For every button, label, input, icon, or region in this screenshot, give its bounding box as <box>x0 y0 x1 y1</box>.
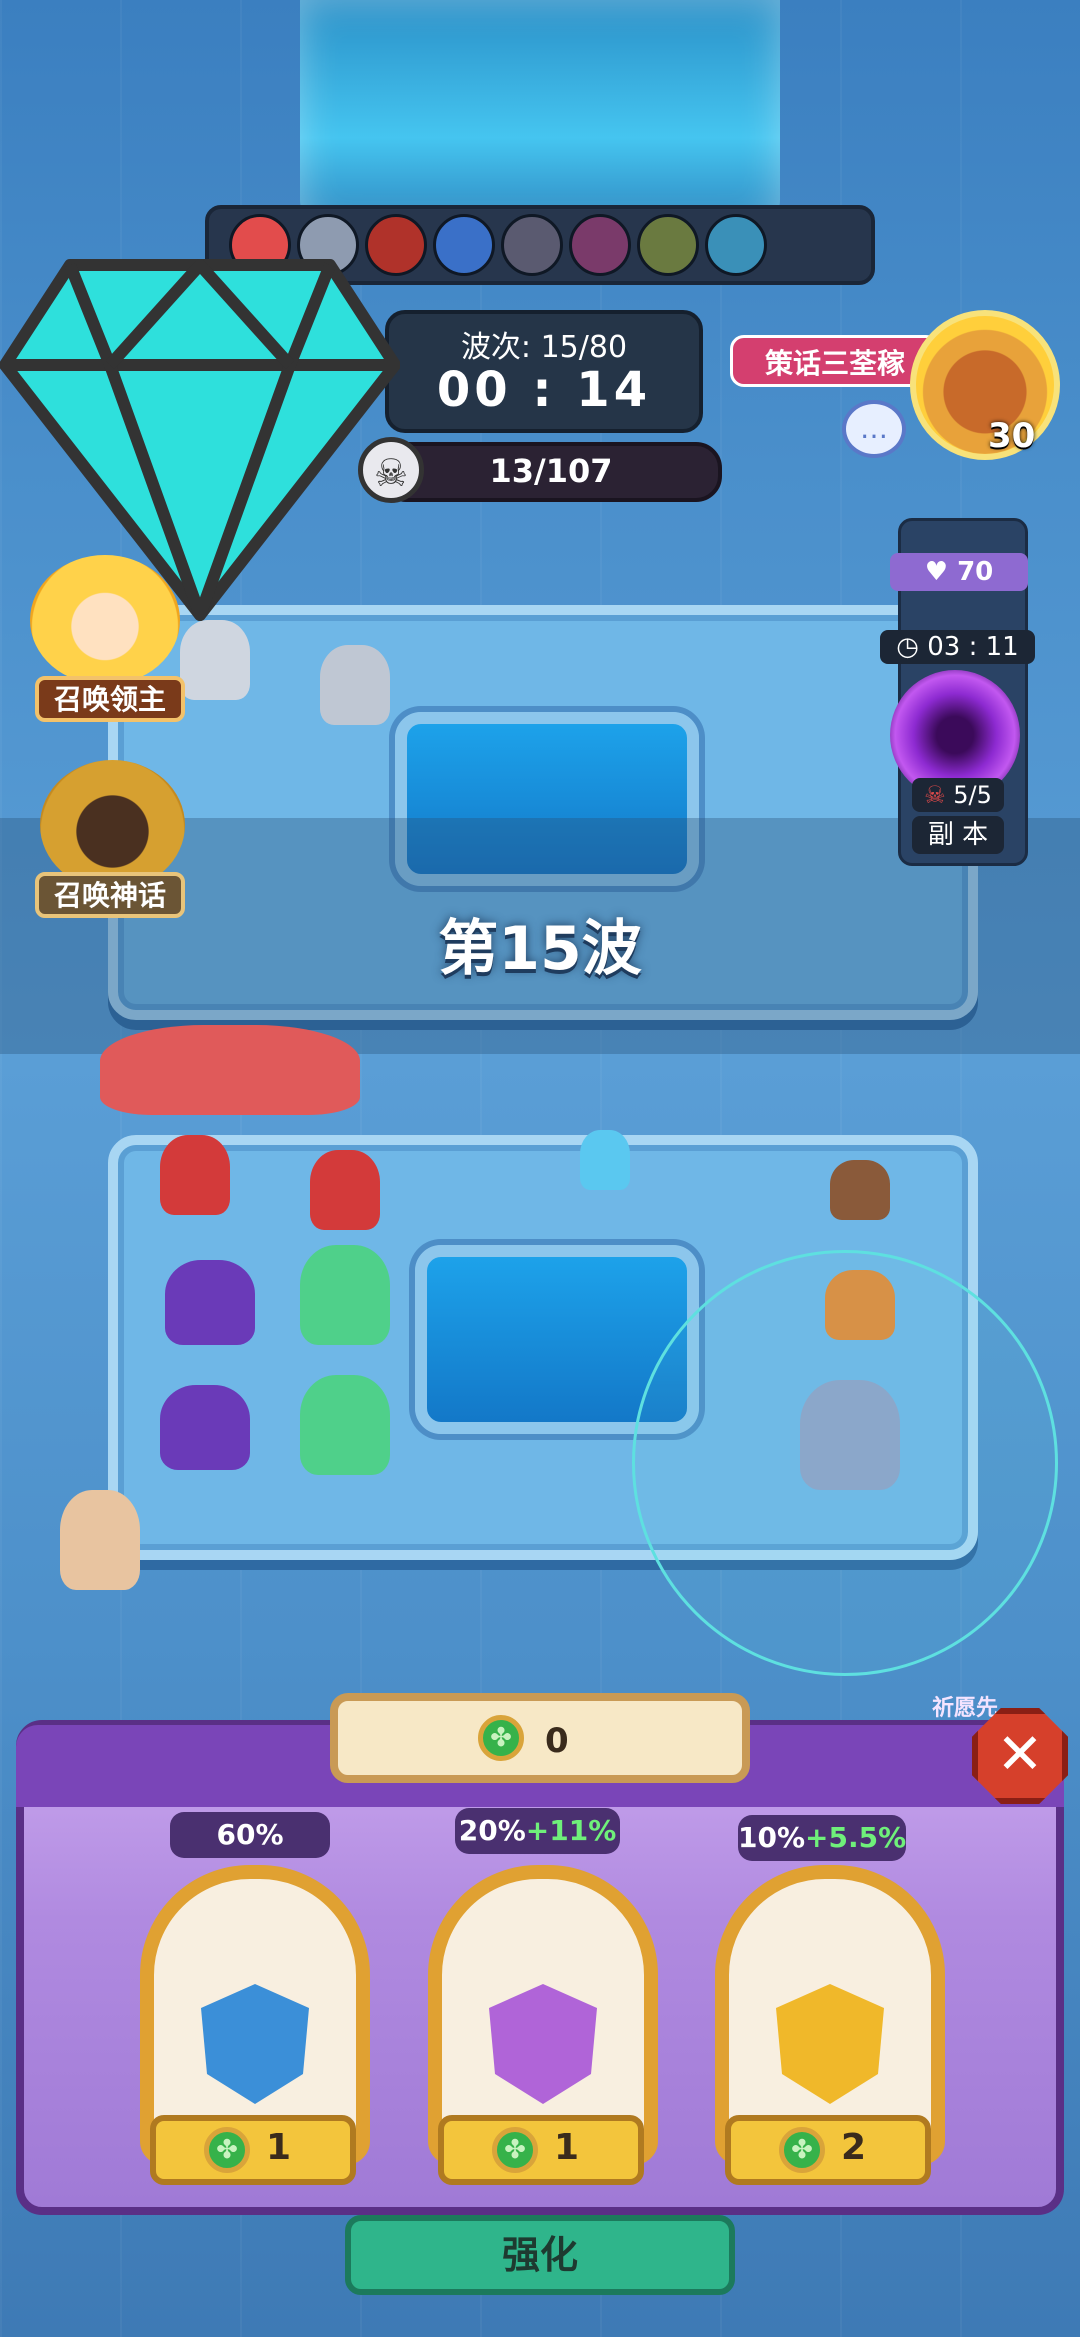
hero-unit-fairy <box>300 1245 390 1345</box>
rate-pill: 60% <box>170 1812 330 1858</box>
blue-gem-icon <box>201 1984 309 2104</box>
enemy-unit <box>180 620 250 700</box>
rate-bonus: +11% <box>525 1814 617 1847</box>
buy-epic-button[interactable]: ✤ 2 <box>725 2115 931 2185</box>
upgrade-button[interactable]: 强化 <box>345 2215 735 2295</box>
cost-value: 1 <box>266 2127 292 2168</box>
hero-unit-demon <box>310 1150 380 1230</box>
hero-unit-fairy <box>300 1375 390 1475</box>
chat-icon[interactable]: … <box>842 400 906 458</box>
clover-icon: ✤ <box>779 2127 825 2173</box>
summon-lord-button[interactable]: 召唤领主 <box>35 676 185 722</box>
purple-gem-icon <box>489 1984 597 2104</box>
currency-display: ✤ <box>330 1693 750 1783</box>
rate-bonus: +5.5% <box>805 1821 907 1854</box>
dungeon-button[interactable]: 副 本 <box>912 816 1004 854</box>
hero-unit-robot <box>160 1385 250 1470</box>
wave-info-box: 波次: 15/80 00 : 14 <box>385 310 703 433</box>
buy-rare-button[interactable]: ✤ 1 <box>438 2115 644 2185</box>
cost-value: 2 <box>841 2127 867 2168</box>
player-level: 30 <box>988 416 1036 456</box>
rate-pill: 20%+11% <box>455 1808 620 1854</box>
hp-value: 70 <box>957 557 994 587</box>
hero-icon[interactable] <box>569 214 631 276</box>
rate-pill: 10%+5.5% <box>738 1815 906 1861</box>
enemy-count-value: 5/5 <box>953 781 992 809</box>
clover-icon: ✤ <box>204 2127 250 2173</box>
skull-icon: ☠ <box>924 781 954 809</box>
hero-icon[interactable] <box>433 214 495 276</box>
summon-lord-avatar[interactable] <box>30 555 180 685</box>
hero-unit-demon <box>160 1135 230 1215</box>
dungeon-timer-value: 03 : 11 <box>927 632 1019 662</box>
top-machine-decoration <box>300 0 780 230</box>
rate-value: 60% <box>216 1818 284 1851</box>
gold-gem-icon <box>776 1984 884 2104</box>
summon-myth-button[interactable]: 召唤神话 <box>35 872 185 918</box>
rate-value: 20% <box>458 1814 526 1847</box>
kill-counter: 13/107 <box>380 442 722 502</box>
hero-unit-slime <box>580 1130 630 1190</box>
buy-common-button[interactable]: ✤ 1 <box>150 2115 356 2185</box>
hero-icon[interactable] <box>501 214 563 276</box>
wave-counter: 波次: 15/80 <box>460 330 628 365</box>
close-button[interactable]: ✕ <box>972 1708 1068 1804</box>
clover-icon: ✤ <box>492 2127 538 2173</box>
clock-icon: ◷ <box>896 632 928 662</box>
hero-unit-robot <box>165 1260 255 1345</box>
heart-icon: ♥ <box>924 557 958 587</box>
wave-timer: 00 : 14 <box>436 362 652 418</box>
heart-hp: ♥ 70 <box>890 553 1028 591</box>
enemy-unit <box>320 645 390 725</box>
hero-icon[interactable] <box>705 214 767 276</box>
cost-value: 1 <box>554 2127 580 2168</box>
enemy-unit <box>60 1490 140 1590</box>
dungeon-enemy-count: ☠ 5/5 <box>912 778 1004 812</box>
summon-myth-avatar[interactable] <box>40 760 185 890</box>
hero-icon[interactable] <box>637 214 699 276</box>
attack-range-circle <box>632 1250 1058 1676</box>
rate-value: 10% <box>738 1821 806 1854</box>
player-name-tag[interactable]: 策话三荃稼 <box>730 335 940 387</box>
enemy-unit <box>100 1025 360 1115</box>
clover-icon: ✤ <box>478 1715 524 1761</box>
dungeon-timer: ◷ 03 : 11 <box>880 630 1035 664</box>
currency-value: 0 <box>545 1721 569 1761</box>
hero-unit-monkey <box>830 1160 890 1220</box>
